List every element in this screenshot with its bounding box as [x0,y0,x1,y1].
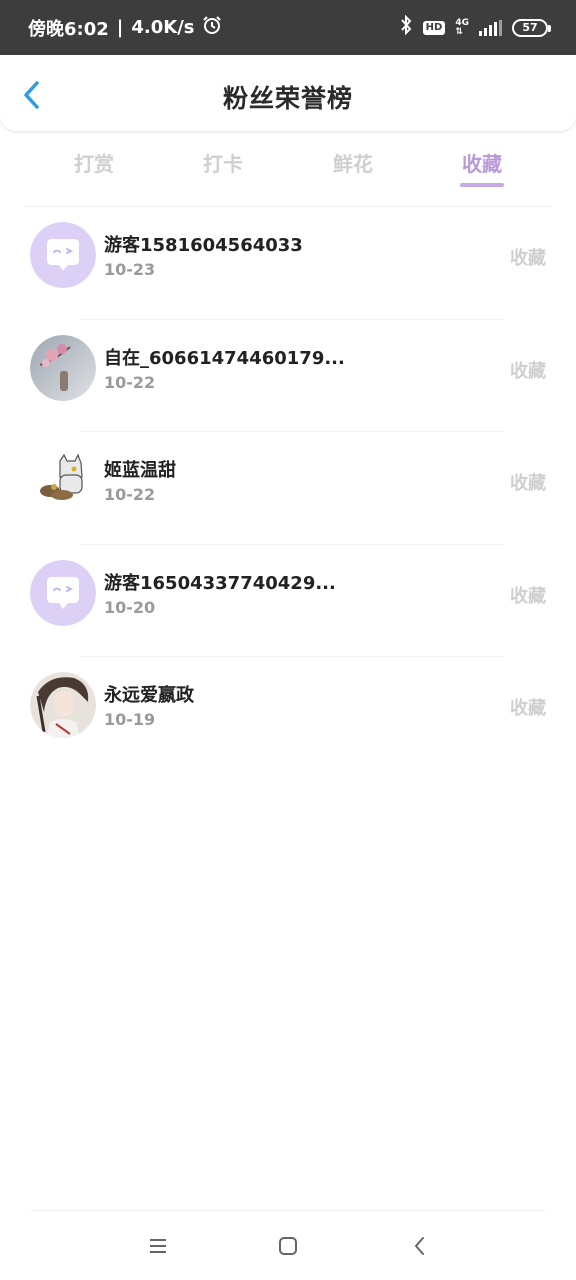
fan-action-label: 收藏 [510,585,546,607]
fan-date: 10-23 [104,260,156,279]
fan-list-item[interactable]: 永远爱嬴政 10-19 收藏 [0,657,576,770]
fan-list-item[interactable]: 游客16504337740429... 10-20 收藏 [0,545,576,657]
fan-list-item[interactable]: 游客1581604564033 10-23 收藏 [0,207,576,320]
fan-action-label: 收藏 [510,698,546,719]
app-header: 粉丝荣誉榜 [0,55,576,131]
fan-name: 游客16504337740429... [104,572,336,594]
avatar[interactable] [30,222,96,288]
avatar[interactable] [30,559,96,626]
fan-action-label: 收藏 [510,473,546,494]
tab-bar: 打赏 打卡 鲜花 收藏 [0,140,576,192]
battery-level: 57 [522,21,538,34]
signal-icon [479,19,502,36]
network-type: 4G ⇅ [455,18,469,37]
avatar[interactable] [30,334,96,401]
data-arrows-icon: ⇅ [455,26,463,37]
default-chat-avatar-icon [30,222,96,288]
avatar[interactable] [30,447,96,513]
home-button[interactable] [276,1234,300,1258]
menu-button[interactable] [146,1234,170,1258]
fan-date: 10-20 [104,597,156,617]
system-back-button[interactable] [408,1234,432,1258]
default-chat-avatar-icon [30,559,96,626]
alarm-icon [202,15,222,40]
tab-label: 鲜花 [333,152,373,176]
tab-tip[interactable]: 打赏 [44,148,144,188]
tab-underline [460,183,504,187]
home-square-icon [279,1237,297,1255]
tab-label: 收藏 [462,152,502,176]
fan-name: 永远爱嬴政 [104,685,194,706]
fan-action-label: 收藏 [510,360,546,382]
bluetooth-icon [399,14,413,40]
tab-flowers[interactable]: 鲜花 [303,148,403,188]
battery-icon: 57 [512,18,551,37]
fan-name: 姬蓝温甜 [104,460,176,481]
flower-photo-avatar-icon [30,334,96,401]
status-bar: 傍晚6:02 | 4.0K/s HD 4G ⇅ 57 [0,0,576,55]
nav-divider [30,1210,546,1211]
hd-badge: HD [422,20,446,35]
menu-icon [150,1239,166,1253]
fan-list-item[interactable]: 自在_60661474460179... 10-22 收藏 [0,320,576,432]
status-time: 傍晚6:02 [28,18,109,40]
system-nav-bar [0,1210,576,1280]
fan-date: 10-22 [104,485,156,504]
fan-date: 10-19 [104,710,156,729]
avatar[interactable] [30,672,96,738]
anime-portrait-avatar-icon [30,672,96,738]
fan-name: 游客1581604564033 [104,235,303,256]
fan-action-label: 收藏 [510,248,546,269]
network-speed: 4.0K/s [131,17,195,38]
tab-checkin[interactable]: 打卡 [173,148,273,188]
status-separator: | [116,17,124,38]
fan-list-item[interactable]: 姬蓝温甜 10-22 收藏 [0,432,576,545]
page-title: 粉丝荣誉榜 [222,84,353,113]
tab-favorites[interactable]: 收藏 [432,148,532,188]
cat-sticker-avatar-icon [30,447,96,513]
fan-name: 自在_60661474460179... [104,347,345,369]
fan-list: 游客1581604564033 10-23 收藏 自在_606614744601… [0,207,576,770]
tab-label: 打赏 [74,152,114,176]
fan-date: 10-22 [104,372,156,392]
back-chevron-icon [415,1237,424,1255]
tab-label: 打卡 [203,152,243,176]
